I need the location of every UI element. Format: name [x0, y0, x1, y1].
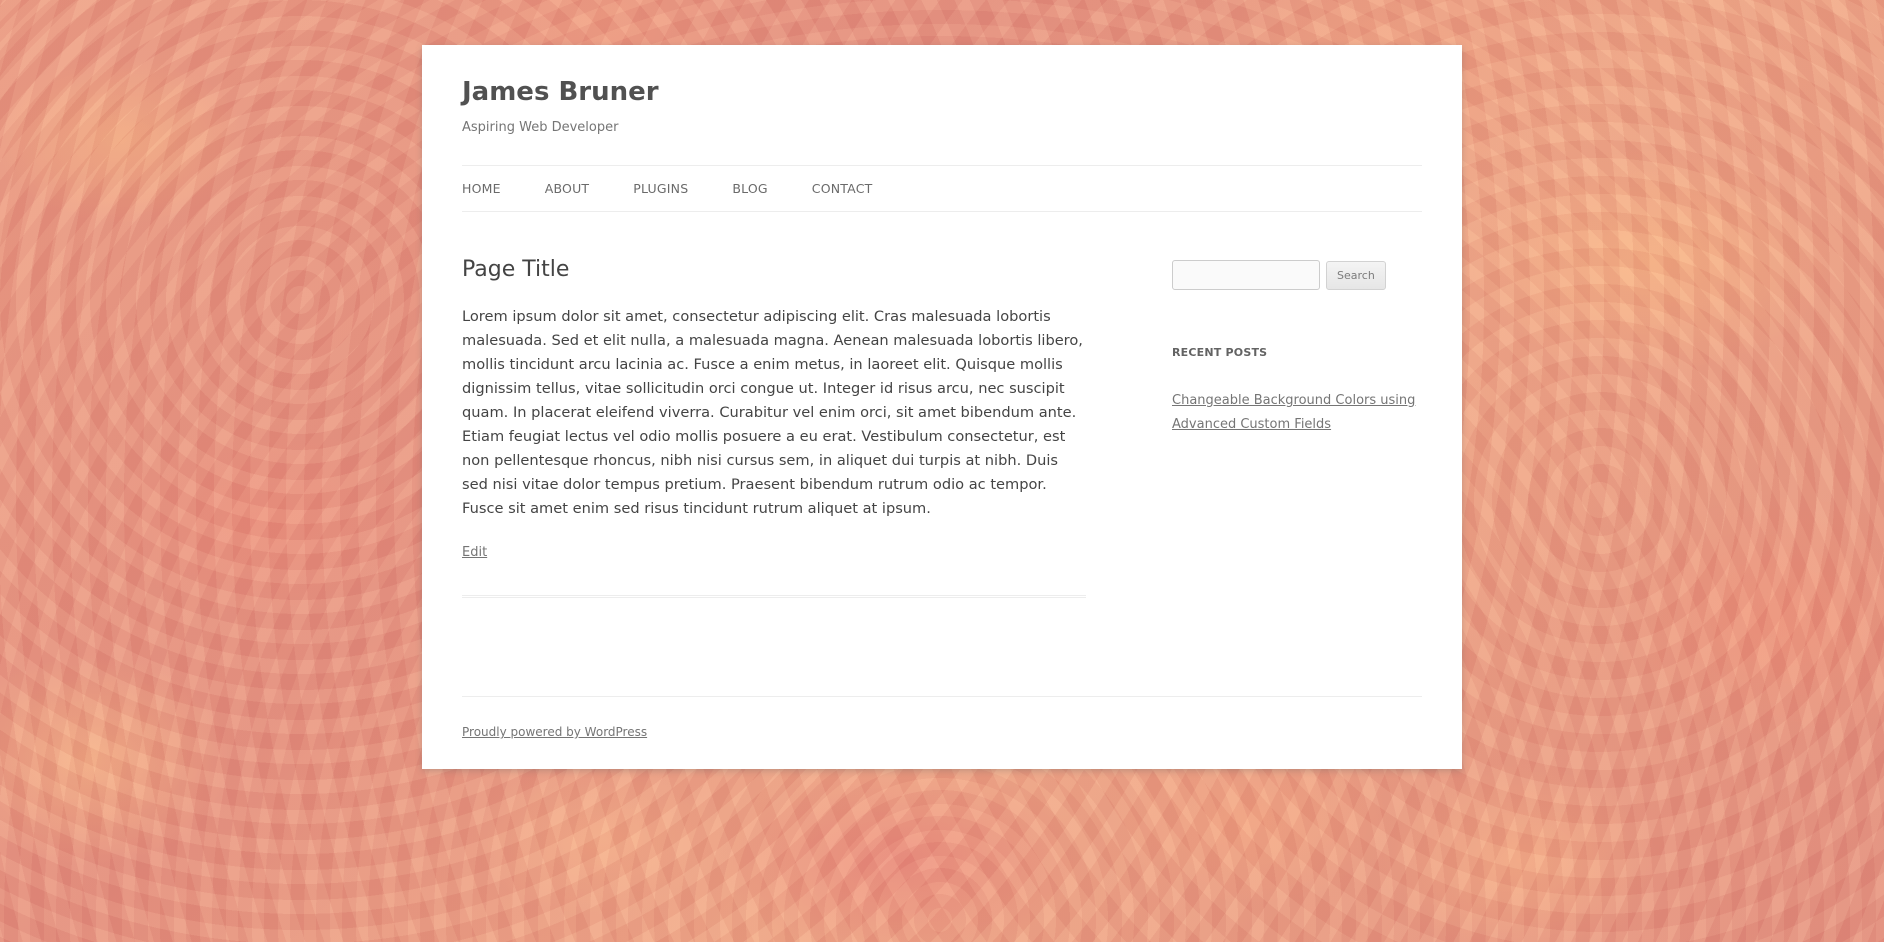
edit-link[interactable]: Edit	[462, 545, 487, 560]
page-body-text: Lorem ipsum dolor sit amet, consectetur …	[462, 308, 1083, 518]
site-description: Aspiring Web Developer	[462, 120, 619, 135]
page-title: Page Title	[462, 257, 570, 282]
search-button[interactable]: Search	[1326, 260, 1386, 290]
main-navigation: HOME ABOUT PLUGINS BLOG CONTACT	[462, 165, 1422, 212]
nav-item-plugins[interactable]: PLUGINS	[633, 181, 688, 196]
content-divider	[462, 595, 1086, 598]
recent-posts-list: Changeable Background Colors using Advan…	[1172, 389, 1422, 437]
site-inner: James Bruner Aspiring Web Developer HOME…	[462, 45, 1422, 769]
recent-posts-title: RECENT POSTS	[1172, 346, 1268, 359]
nav-item-about[interactable]: ABOUT	[545, 181, 590, 196]
site-container: James Bruner Aspiring Web Developer HOME…	[422, 45, 1462, 769]
main-content: Page Title Lorem ipsum dolor sit amet, c…	[462, 257, 1086, 560]
search-form: Search	[1172, 260, 1422, 290]
footer-credit-link[interactable]: Proudly powered by WordPress	[462, 725, 647, 739]
search-input[interactable]	[1172, 260, 1320, 290]
footer-divider	[462, 696, 1422, 697]
nav-item-home[interactable]: HOME	[462, 181, 501, 196]
nav-item-blog[interactable]: BLOG	[732, 181, 767, 196]
list-item: Changeable Background Colors using Advan…	[1172, 389, 1422, 437]
recent-post-link[interactable]: Changeable Background Colors using Advan…	[1172, 393, 1415, 432]
sidebar: Search RECENT POSTS Changeable Backgroun…	[1172, 260, 1422, 437]
site-title[interactable]: James Bruner	[462, 77, 659, 108]
nav-item-contact[interactable]: CONTACT	[812, 181, 873, 196]
